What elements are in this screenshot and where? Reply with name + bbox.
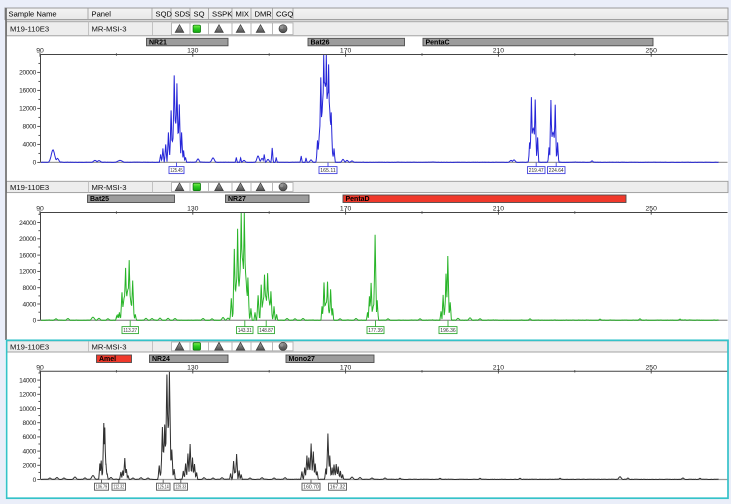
svg-text:113.27: 113.27 [123,328,137,334]
svg-text:196.36: 196.36 [440,328,456,334]
svg-text:0: 0 [33,477,37,484]
svg-text:16000: 16000 [19,88,36,95]
svg-text:0: 0 [33,318,37,325]
svg-text:24000: 24000 [19,220,36,227]
svg-text:12000: 12000 [19,106,36,113]
svg-text:MR-MSI-3: MR-MSI-3 [92,342,127,351]
svg-text:14000: 14000 [19,377,36,384]
svg-text:Amel: Amel [99,356,116,363]
svg-text:10000: 10000 [19,406,36,413]
svg-text:125.14: 125.14 [158,485,169,491]
svg-text:16000: 16000 [19,252,36,259]
svg-text:160.70: 160.70 [303,485,319,491]
svg-text:148.87: 148.87 [259,328,273,334]
svg-text:Panel: Panel [92,9,112,18]
svg-text:DMR: DMR [255,9,273,18]
svg-text:M19-110E3: M19-110E3 [10,342,49,351]
svg-text:219.47: 219.47 [529,168,544,174]
svg-text:M19-110E3: M19-110E3 [10,183,49,192]
svg-text:8000: 8000 [23,124,37,131]
svg-text:MIX: MIX [236,9,250,18]
svg-text:SDS: SDS [175,9,191,18]
svg-text:Sample Name: Sample Name [9,9,57,18]
svg-text:NR24: NR24 [152,356,170,363]
svg-text:6000: 6000 [23,434,37,441]
svg-text:SQD: SQD [156,9,173,18]
svg-text:0: 0 [33,160,37,167]
svg-text:SQ: SQ [194,9,205,18]
svg-text:224.64: 224.64 [549,168,564,174]
svg-text:NR27: NR27 [228,196,246,203]
svg-text:4000: 4000 [23,142,37,149]
svg-text:106.79: 106.79 [96,485,107,491]
svg-text:129.33: 129.33 [175,485,186,491]
svg-text:20000: 20000 [19,236,36,243]
svg-text:4000: 4000 [23,301,37,308]
svg-text:PentaD: PentaD [346,196,370,203]
svg-text:CGQ: CGQ [276,9,293,18]
svg-text:PentaC: PentaC [426,40,450,47]
svg-text:125.45: 125.45 [170,168,182,174]
svg-text:143.31: 143.31 [238,328,252,334]
svg-text:MR-MSI-3: MR-MSI-3 [92,25,127,34]
svg-text:M19-110E3: M19-110E3 [10,25,49,34]
svg-text:8000: 8000 [23,285,37,292]
svg-text:4000: 4000 [23,448,37,455]
svg-text:8000: 8000 [23,420,37,427]
svg-text:112.32: 112.32 [113,485,124,491]
svg-text:Bat26: Bat26 [311,40,330,47]
svg-text:SSPK: SSPK [212,9,232,18]
svg-text:167.32: 167.32 [330,485,346,491]
svg-text:20000: 20000 [19,70,36,77]
svg-text:Bat25: Bat25 [90,196,109,203]
svg-text:MR-MSI-3: MR-MSI-3 [92,183,127,192]
svg-text:165.11: 165.11 [320,168,336,174]
svg-text:177.39: 177.39 [368,328,382,334]
svg-text:2000: 2000 [23,463,37,470]
svg-text:12000: 12000 [19,269,36,276]
svg-text:Mono27: Mono27 [289,356,316,363]
svg-text:NR21: NR21 [149,40,167,47]
svg-text:12000: 12000 [19,392,36,399]
